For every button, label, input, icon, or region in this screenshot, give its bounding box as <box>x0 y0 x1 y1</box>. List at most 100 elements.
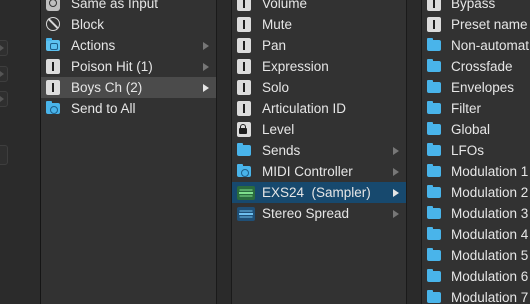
dropdown-button[interactable] <box>0 145 8 165</box>
folder-icon <box>427 206 441 219</box>
menu-item-label: Solo <box>262 80 290 95</box>
fader-icon <box>427 17 441 32</box>
menu-column-1: Same as Input Block Actions Poison Hit (… <box>41 0 217 304</box>
submenu-arrow-icon <box>203 63 209 71</box>
menu-item-filter[interactable]: Filter <box>422 98 530 119</box>
fader-icon <box>46 80 60 95</box>
menu-item-block[interactable]: Block <box>41 14 216 35</box>
menu-item-modulation-5[interactable]: Modulation 5 <box>422 245 530 266</box>
fader-icon <box>237 101 251 116</box>
menu-item-send-to-all[interactable]: Send to All <box>41 98 216 119</box>
menu-item-label: Modulation 1 <box>451 164 529 179</box>
menu-item-label: Modulation 4 <box>451 227 529 242</box>
fader-icon <box>237 38 251 53</box>
menu-item-non-automatable[interactable]: Non-automat <box>422 35 530 56</box>
chevron-right-icon <box>0 71 4 77</box>
menu-column-gap <box>217 0 232 304</box>
fader-icon <box>427 0 441 11</box>
folder-icon <box>427 122 441 135</box>
menu-item-label: Level <box>262 122 295 137</box>
stepper-button[interactable] <box>0 66 8 82</box>
menu-item-label: Sends <box>262 143 301 158</box>
menu-item-label: Modulation 3 <box>451 206 529 221</box>
menu-item-label: Expression <box>262 59 329 74</box>
folder-icon <box>427 101 441 114</box>
folder-icon <box>237 164 251 177</box>
menu-item-label: MIDI Controller <box>262 164 353 179</box>
stepper-button[interactable] <box>0 91 8 107</box>
folder-icon <box>427 38 441 51</box>
menu-item-label: Mute <box>262 17 293 32</box>
menu-item-label: Same as Input <box>71 0 159 11</box>
left-panel-edge <box>0 0 41 304</box>
menu-item-same-as-input[interactable]: Same as Input <box>41 0 216 14</box>
submenu-arrow-icon <box>393 189 399 197</box>
folder-icon <box>427 248 441 261</box>
menu-item-label: Bypass <box>451 0 496 11</box>
menu-item-lfos[interactable]: LFOs <box>422 140 530 161</box>
folder-icon <box>427 59 441 72</box>
submenu-arrow-icon <box>393 168 399 176</box>
menu-item-modulation-4[interactable]: Modulation 4 <box>422 224 530 245</box>
menu-item-articulation-id[interactable]: Articulation ID <box>232 98 406 119</box>
menu-item-preset-name[interactable]: Preset name <box>422 14 530 35</box>
menu-item-label: Modulation 5 <box>451 248 529 263</box>
menu-item-mute[interactable]: Mute <box>232 14 406 35</box>
folder-icon <box>427 164 441 177</box>
folder-icon <box>237 143 251 156</box>
menu-item-crossfade[interactable]: Crossfade <box>422 56 530 77</box>
menu-item-label: Volume <box>262 0 308 11</box>
menu-item-actions[interactable]: Actions <box>41 35 216 56</box>
menu-item-level[interactable]: Level <box>232 119 406 140</box>
menu-item-label: Filter <box>451 101 481 116</box>
menu-item-label: Modulation 2 <box>451 185 529 200</box>
menu-item-modulation-6[interactable]: Modulation 6 <box>422 266 530 287</box>
folder-icon <box>427 80 441 93</box>
block-icon <box>46 17 60 31</box>
menu-item-label: LFOs <box>451 143 485 158</box>
menu-item-exs24-sampler[interactable]: EXS24 (Sampler) <box>232 182 406 203</box>
menu-item-modulation-1[interactable]: Modulation 1 <box>422 161 530 182</box>
menu-item-modulation-3[interactable]: Modulation 3 <box>422 203 530 224</box>
menu-item-pan[interactable]: Pan <box>232 35 406 56</box>
menu-item-modulation-2[interactable]: Modulation 2 <box>422 182 530 203</box>
folder-icon <box>427 143 441 156</box>
menu-item-label: Preset name <box>451 17 528 32</box>
menu-item-label: Stereo Spread <box>262 206 350 221</box>
chevron-right-icon <box>0 45 4 51</box>
stereo-spread-plugin-icon <box>237 207 255 221</box>
menu-item-label: Pan <box>262 38 287 53</box>
menu-item-bypass[interactable]: Bypass <box>422 0 530 14</box>
menu-item-label: Modulation 7 <box>451 290 529 304</box>
menu-item-label: Global <box>451 122 491 137</box>
lock-fader-icon <box>237 122 251 137</box>
menu-item-label: Boys Ch (2) <box>71 80 143 95</box>
menu-item-poison-hit[interactable]: Poison Hit (1) <box>41 56 216 77</box>
menu-item-label: Articulation ID <box>262 101 347 116</box>
chevron-right-icon <box>0 96 4 102</box>
menu-item-sends[interactable]: Sends <box>232 140 406 161</box>
menu-column-3: Bypass Preset name Non-automat Crossfade… <box>422 0 530 304</box>
menu-item-global[interactable]: Global <box>422 119 530 140</box>
gear-icon <box>46 0 60 11</box>
menu-item-expression[interactable]: Expression <box>232 56 406 77</box>
fader-icon <box>237 17 251 32</box>
menu-item-midi-controller[interactable]: MIDI Controller <box>232 161 406 182</box>
submenu-arrow-icon <box>203 84 209 92</box>
menu-item-modulation-7[interactable]: Modulation 7 <box>422 287 530 304</box>
menu-item-label: Envelopes <box>451 80 515 95</box>
menu-column-2: Volume Mute Pan Expression Solo Articula… <box>232 0 407 304</box>
stepper-button[interactable] <box>0 40 8 56</box>
menu-item-stereo-spread[interactable]: Stereo Spread <box>232 203 406 224</box>
submenu-arrow-icon <box>393 147 399 155</box>
fader-icon <box>237 59 251 74</box>
folder-icon <box>427 269 441 282</box>
menu-item-solo[interactable]: Solo <box>232 77 406 98</box>
menu-item-boys-ch[interactable]: Boys Ch (2) <box>41 77 216 98</box>
exs24-plugin-icon <box>237 186 255 200</box>
menu-item-envelopes[interactable]: Envelopes <box>422 77 530 98</box>
menu-item-label: Poison Hit (1) <box>71 59 153 74</box>
submenu-arrow-icon <box>203 42 209 50</box>
menu-item-label: Crossfade <box>451 59 513 74</box>
menu-item-volume[interactable]: Volume <box>232 0 406 14</box>
